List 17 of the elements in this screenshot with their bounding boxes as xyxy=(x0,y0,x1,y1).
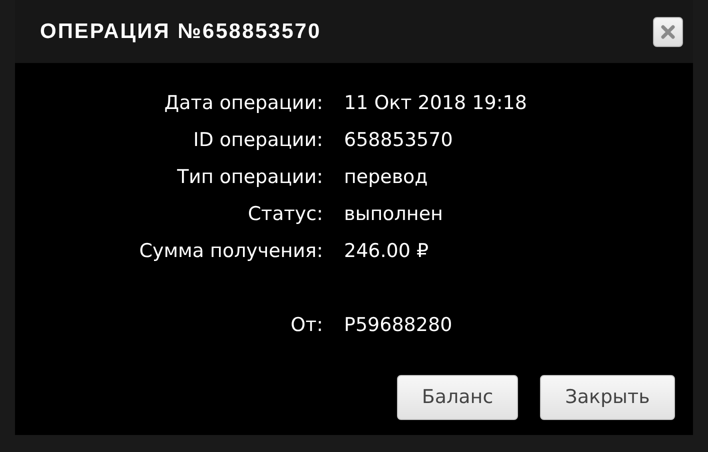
close-icon xyxy=(661,24,675,38)
field-value: P59688280 xyxy=(344,312,452,338)
close-button[interactable] xyxy=(653,16,683,46)
dialog-title: ОПЕРАЦИЯ №658853570 xyxy=(40,18,322,45)
field-label: Статус: xyxy=(246,202,323,227)
field-label: Дата операции: xyxy=(163,90,323,116)
field-label: Тип операции: xyxy=(176,164,323,190)
field-value: выполнен xyxy=(344,202,443,227)
field-value: перевод xyxy=(344,164,428,190)
field-label: Сумма получения: xyxy=(138,238,323,264)
field-value: 246.00 ₽ xyxy=(344,238,429,264)
field-label: От: xyxy=(290,312,323,338)
field-value: 11 Окт 2018 19:18 xyxy=(344,90,527,116)
balance-button[interactable]: Баланс xyxy=(397,375,518,420)
close-button[interactable]: Закрыть xyxy=(540,375,675,420)
field-value: 658853570 xyxy=(344,128,453,153)
field-label: ID операции: xyxy=(192,128,323,153)
